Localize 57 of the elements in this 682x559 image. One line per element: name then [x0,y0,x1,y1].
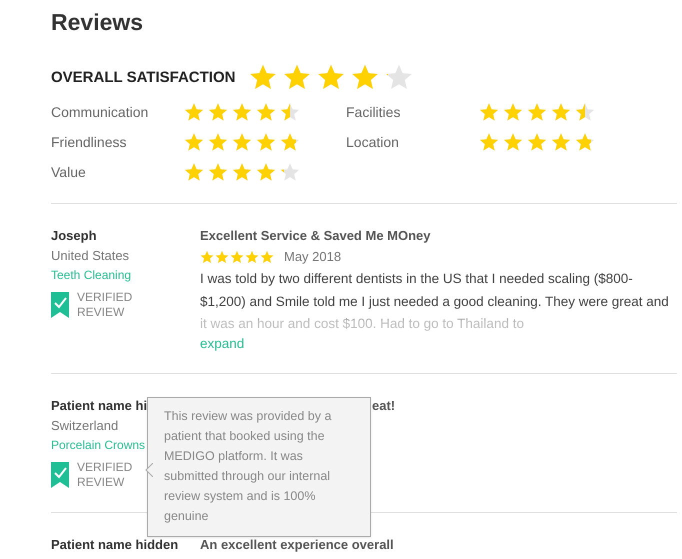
star-icon [256,132,276,152]
overall-satisfaction-label: OVERALL SATISFACTION [51,68,236,86]
verified-review-label[interactable]: VERIFIED REVIEW [77,460,137,490]
star-icon [280,102,300,122]
star-icon [249,63,278,91]
rating-label: Value [51,164,87,180]
star-icon [184,102,204,122]
expand-link[interactable]: expand [200,336,677,351]
star-icon [385,63,414,91]
star-icon [479,102,499,122]
star-icon [256,102,276,122]
reviewer-country: United States [51,248,130,263]
reviews-heading: Reviews [51,8,144,36]
star-icon [200,250,214,264]
rating-label: Friendliness [51,134,128,150]
rating-label: Facilities [346,104,402,120]
star-icon [283,63,312,91]
star-icon [527,102,547,122]
star-icon [351,63,380,91]
reviewer-name: Patient name hi [51,398,148,413]
star-icon [232,102,252,122]
star-icon [280,162,300,182]
star-icon [503,132,523,152]
star-icon [280,132,300,152]
star-icon [317,63,346,91]
star-icon [184,162,204,182]
reviewer-name: Patient name hidden [51,537,180,552]
reviewer-country: Switzerland [51,418,120,433]
star-icon [208,102,228,122]
star-icon [232,132,252,152]
star-icon [503,102,523,122]
review-title: An excellent experience overall [200,537,395,552]
treatment-link[interactable]: Teeth Cleaning [51,268,200,282]
star-icon [551,102,571,122]
star-icon [260,250,274,264]
star-icon [208,162,228,182]
reviewer-name: Joseph [51,228,98,243]
star-icon [551,132,571,152]
review-title: Excellent Service & Saved Me MOney [200,228,432,243]
star-icon [208,132,228,152]
review-title: eat! [372,398,396,413]
star-icon [575,132,595,152]
star-icon [527,132,547,152]
verified-tooltip: This review was provided by a patient that booked using the MEDIGO platform. It was submitted through our internal review system and is 100% genuine [147,397,371,537]
star-icon [232,162,252,182]
rating-label: Location [346,134,400,150]
star-icon [245,250,259,264]
star-icon [215,250,229,264]
star-icon [575,102,595,122]
review-text: I was told by two different dentists in the US that I needed scaling ($800- $1,200) and Smile told me I just needed a good cleaning. They were great and it was an hour and cost $100. Had to go to Thailand to [200,270,670,333]
star-icon [184,132,204,152]
star-icon [256,162,276,182]
star-icon [479,132,499,152]
verified-review-label[interactable]: VERIFIED REVIEW [77,290,137,320]
review-date: May 2018 [284,249,342,264]
rating-label: Communication [51,104,150,120]
star-icon [230,250,244,264]
